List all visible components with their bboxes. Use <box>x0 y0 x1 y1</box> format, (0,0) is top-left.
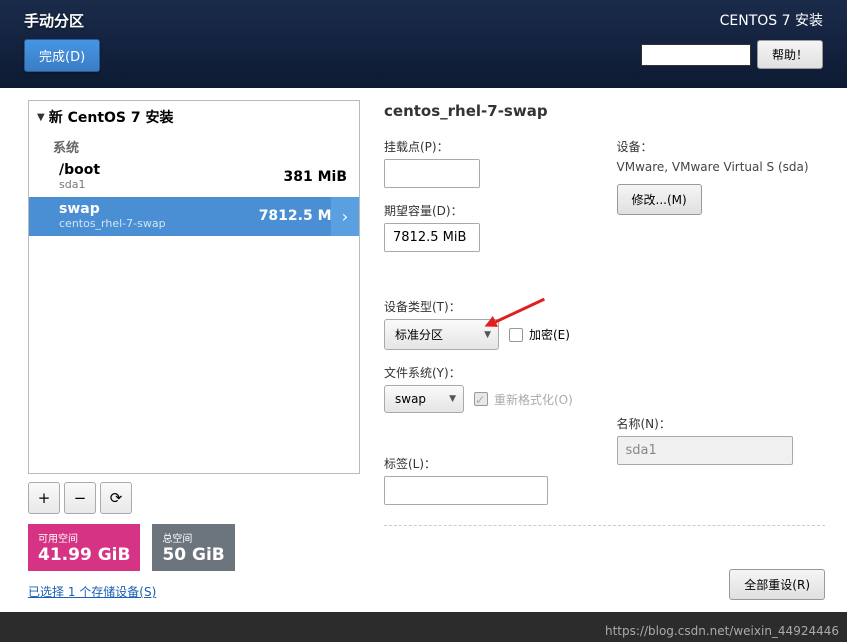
available-value: 41.99 GiB <box>38 545 130 565</box>
name-input <box>617 436 793 465</box>
filesystem-select[interactable]: swap <box>384 385 464 413</box>
tree-root[interactable]: ▼ 新 CentOS 7 安装 <box>29 101 359 133</box>
modify-button[interactable]: 修改...(M) <box>617 184 702 215</box>
reformat-label: 重新格式化(O) <box>494 391 573 408</box>
filesystem-label: 文件系统(Y)： <box>384 364 593 381</box>
available-space-box: 可用空间 41.99 GiB <box>28 524 140 571</box>
device-type-select[interactable]: 标准分区 <box>384 319 499 350</box>
reformat-checkbox-row: ✓ 重新格式化(O) <box>474 391 573 408</box>
help-button[interactable]: 帮助！ <box>757 40 823 69</box>
device-label: 设备： <box>617 138 826 155</box>
keyboard-icon: ⌨ <box>650 48 666 61</box>
mount-input[interactable] <box>384 159 480 188</box>
partition-size: 381 MiB <box>284 169 348 185</box>
name-label: 名称(N)： <box>617 415 826 432</box>
total-value: 50 GiB <box>162 545 224 565</box>
separator <box>384 525 825 526</box>
detail-title: centos_rhel-7-swap <box>384 102 825 120</box>
device-type-label: 设备类型(T)： <box>384 298 593 315</box>
keyboard-layout: cn <box>672 48 686 62</box>
partition-device: sda1 <box>59 178 100 191</box>
done-button[interactable]: 完成(D) <box>24 39 100 72</box>
device-text: VMware, VMware Virtual S (sda) <box>617 159 826 176</box>
collapse-icon: ▼ <box>37 112 45 123</box>
partition-row-boot[interactable]: /boot sda1 381 MiB <box>29 158 359 197</box>
total-space-box: 总空间 50 GiB <box>152 524 234 571</box>
available-label: 可用空间 <box>38 530 130 545</box>
partition-tree: ▼ 新 CentOS 7 安装 系统 /boot sda1 381 MiB sw… <box>28 100 360 474</box>
chevron-right-icon: › <box>331 197 359 236</box>
total-label: 总空间 <box>162 530 224 545</box>
tag-label: 标签(L)： <box>384 455 593 472</box>
reset-all-button[interactable]: 全部重设(R) <box>729 569 825 600</box>
partition-name: swap <box>59 201 166 217</box>
storage-devices-link[interactable]: 已选择 1 个存储设备(S) <box>28 583 360 600</box>
encrypt-checkbox-row[interactable]: 加密(E) <box>509 326 570 343</box>
section-label: 系统 <box>29 133 359 158</box>
mount-label: 挂载点(P)： <box>384 138 593 155</box>
partition-name: /boot <box>59 162 100 178</box>
encrypt-checkbox[interactable] <box>509 328 523 342</box>
watermark: https://blog.csdn.net/weixin_44924446 <box>605 624 839 638</box>
page-title: 手动分区 <box>24 10 100 31</box>
reformat-checkbox: ✓ <box>474 392 488 406</box>
capacity-label: 期望容量(D)： <box>384 202 593 219</box>
install-title: CENTOS 7 安装 <box>720 10 823 30</box>
tag-input[interactable] <box>384 476 548 505</box>
add-partition-button[interactable]: + <box>28 482 60 514</box>
keyboard-indicator[interactable]: ⌨ cn <box>641 44 751 66</box>
tree-root-label: 新 CentOS 7 安装 <box>49 107 174 127</box>
capacity-input[interactable] <box>384 223 480 252</box>
partition-row-swap[interactable]: swap centos_rhel-7-swap 7812.5 MiB › <box>29 197 359 236</box>
remove-partition-button[interactable]: − <box>64 482 96 514</box>
refresh-button[interactable]: ⟳ <box>100 482 132 514</box>
partition-device: centos_rhel-7-swap <box>59 217 166 230</box>
encrypt-label: 加密(E) <box>529 326 570 343</box>
